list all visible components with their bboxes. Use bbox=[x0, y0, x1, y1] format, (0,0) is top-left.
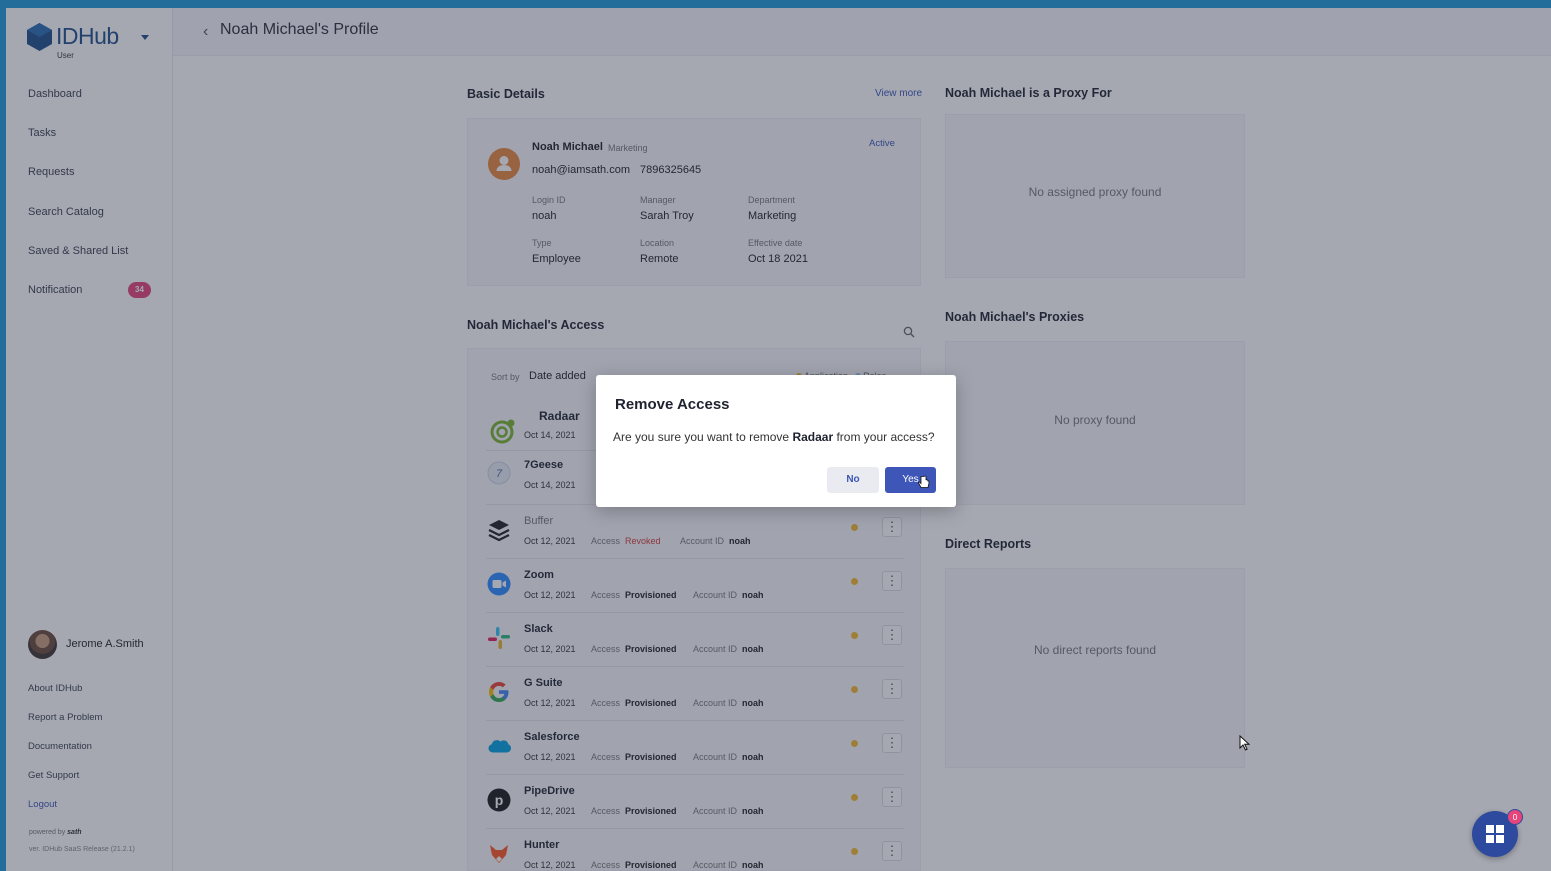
dialog-message-app: Radaar bbox=[792, 430, 834, 444]
dialog-message-start: Are you sure you want to remove bbox=[613, 430, 790, 444]
dialog-title: Remove Access bbox=[615, 396, 730, 413]
grid-icon bbox=[1486, 825, 1504, 843]
hand-pointer-cursor-icon bbox=[918, 475, 930, 488]
arrow-cursor-icon bbox=[1239, 735, 1250, 751]
no-button[interactable]: No bbox=[827, 467, 879, 493]
launcher-count-badge: 0 bbox=[1507, 809, 1523, 825]
apps-launcher-button[interactable]: 0 bbox=[1472, 809, 1523, 857]
dialog-message-end: from your access? bbox=[836, 430, 935, 444]
remove-access-dialog: Remove Access Are you sure you want to r… bbox=[596, 375, 956, 507]
dialog-message: Are you sure you want to remove Radaar f… bbox=[613, 430, 935, 444]
